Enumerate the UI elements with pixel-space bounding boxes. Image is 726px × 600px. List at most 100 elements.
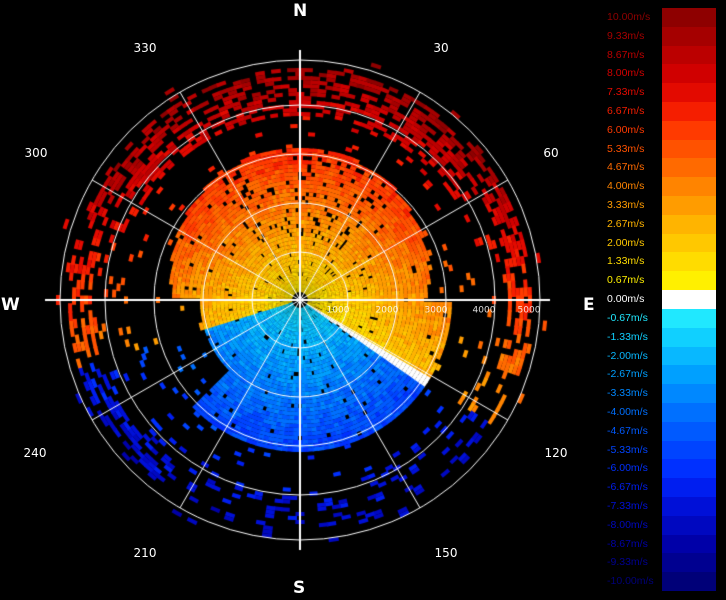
azimuth-label-240: 240 bbox=[23, 446, 47, 460]
legend-swatch bbox=[662, 496, 716, 516]
legend-row: -4.00m/s bbox=[606, 402, 716, 422]
legend-swatch bbox=[662, 553, 716, 573]
legend-label: 4.67m/s bbox=[607, 161, 645, 174]
legend-swatch bbox=[662, 572, 716, 591]
legend-label: 3.33m/s bbox=[607, 199, 645, 212]
legend-swatch bbox=[662, 252, 716, 272]
legend-swatch bbox=[662, 8, 716, 27]
legend-label: 0.00m/s bbox=[607, 293, 645, 306]
range-ring-label-5000: 5000 bbox=[517, 305, 541, 316]
legend-swatch bbox=[662, 478, 716, 497]
legend-row: -10.00m/s bbox=[606, 572, 716, 591]
legend-row: 6.67m/s bbox=[606, 102, 716, 121]
legend-row: 8.67m/s bbox=[606, 45, 716, 65]
legend-row: 8.00m/s bbox=[606, 64, 716, 84]
legend-label: 2.00m/s bbox=[607, 236, 645, 249]
legend-label: 6.00m/s bbox=[607, 123, 645, 136]
legend-row: 10.00m/s bbox=[606, 8, 716, 27]
legend-label: 1.33m/s bbox=[607, 255, 645, 268]
legend-swatch bbox=[662, 102, 716, 121]
legend-row: 0.00m/s bbox=[606, 290, 716, 309]
legend-label: 4.00m/s bbox=[607, 180, 645, 193]
azimuth-label-120: 120 bbox=[544, 446, 568, 460]
legend-swatch bbox=[662, 120, 716, 140]
range-ring-label-3000: 3000 bbox=[424, 305, 448, 316]
legend-swatch bbox=[662, 308, 716, 328]
legend-swatch bbox=[662, 346, 716, 366]
legend-label: -0.67m/s bbox=[607, 311, 648, 324]
range-ring-label-4000: 4000 bbox=[472, 305, 496, 316]
legend-row: -0.67m/s bbox=[606, 308, 716, 328]
legend-swatch bbox=[662, 515, 716, 535]
legend-swatch bbox=[662, 196, 716, 215]
legend-swatch bbox=[662, 327, 716, 347]
legend-row: -1.33m/s bbox=[606, 327, 716, 347]
legend-row: -7.33m/s bbox=[606, 496, 716, 516]
legend-swatch bbox=[662, 459, 716, 479]
legend-swatch bbox=[662, 365, 716, 385]
compass-east-label: E bbox=[583, 295, 595, 315]
radial-velocity-ppi-plot[interactable] bbox=[0, 0, 600, 600]
legend-row: -6.67m/s bbox=[606, 478, 716, 497]
azimuth-label-30: 30 bbox=[433, 41, 449, 55]
legend-swatch bbox=[662, 45, 716, 65]
legend-row: -2.67m/s bbox=[606, 365, 716, 385]
azimuth-label-300: 300 bbox=[24, 146, 48, 160]
legend-label: -5.33m/s bbox=[607, 443, 648, 456]
legend-label: 0.67m/s bbox=[607, 274, 645, 287]
azimuth-label-60: 60 bbox=[543, 146, 559, 160]
legend-label: -4.67m/s bbox=[607, 424, 648, 437]
legend-label: -10.00m/s bbox=[607, 575, 654, 588]
legend-label: 9.33m/s bbox=[607, 29, 645, 42]
compass-south-label: S bbox=[293, 578, 306, 598]
legend-label: -2.00m/s bbox=[607, 349, 648, 362]
legend-swatch bbox=[662, 384, 716, 403]
legend-label: -8.67m/s bbox=[607, 537, 648, 550]
legend-swatch bbox=[662, 534, 716, 554]
legend-swatch bbox=[662, 139, 716, 159]
legend-row: 9.33m/s bbox=[606, 26, 716, 46]
legend-row: -9.33m/s bbox=[606, 553, 716, 573]
legend-label: 8.67m/s bbox=[607, 48, 645, 61]
radar-display: N S E W 330 30 60 300 120 240 150 210 10… bbox=[0, 0, 726, 600]
legend-label: -6.67m/s bbox=[607, 481, 648, 494]
legend-label: -7.33m/s bbox=[607, 499, 648, 512]
legend-swatch bbox=[662, 421, 716, 441]
legend-label: -2.67m/s bbox=[607, 368, 648, 381]
legend-row: 7.33m/s bbox=[606, 83, 716, 103]
legend-row: 3.33m/s bbox=[606, 196, 716, 215]
legend-label: -1.33m/s bbox=[607, 330, 648, 343]
legend-row: -3.33m/s bbox=[606, 384, 716, 403]
legend-swatch bbox=[662, 177, 716, 197]
legend-label: 5.33m/s bbox=[607, 142, 645, 155]
legend-row: 6.00m/s bbox=[606, 120, 716, 140]
azimuth-label-330: 330 bbox=[133, 41, 157, 55]
legend-swatch bbox=[662, 83, 716, 103]
legend-row: 0.67m/s bbox=[606, 271, 716, 291]
legend-swatch bbox=[662, 64, 716, 84]
legend-swatch bbox=[662, 402, 716, 422]
legend-label: -8.00m/s bbox=[607, 518, 648, 531]
legend-swatch bbox=[662, 290, 716, 309]
range-ring-label-2000: 2000 bbox=[375, 305, 399, 316]
legend-row: -4.67m/s bbox=[606, 421, 716, 441]
legend-row: 2.67m/s bbox=[606, 214, 716, 234]
velocity-color-legend: 10.00m/s 9.33m/s 8.67m/s 8.00m/s 7.33m/s 6.67… bbox=[606, 8, 716, 591]
range-ring-label-1000: 1000 bbox=[326, 305, 350, 316]
legend-swatch bbox=[662, 271, 716, 291]
legend-label: 2.67m/s bbox=[607, 217, 645, 230]
legend-row: 5.33m/s bbox=[606, 139, 716, 159]
legend-label: 10.00m/s bbox=[607, 11, 651, 23]
legend-row: -8.00m/s bbox=[606, 515, 716, 535]
legend-label: -3.33m/s bbox=[607, 387, 648, 400]
legend-label: 6.67m/s bbox=[607, 105, 645, 118]
compass-west-label: W bbox=[1, 295, 20, 315]
legend-row: 2.00m/s bbox=[606, 233, 716, 253]
legend-label: -6.00m/s bbox=[607, 462, 648, 475]
legend-swatch bbox=[662, 440, 716, 460]
legend-row: 4.67m/s bbox=[606, 158, 716, 178]
legend-row: -5.33m/s bbox=[606, 440, 716, 460]
legend-label: 7.33m/s bbox=[607, 86, 645, 99]
compass-north-label: N bbox=[293, 1, 308, 21]
legend-swatch bbox=[662, 214, 716, 234]
